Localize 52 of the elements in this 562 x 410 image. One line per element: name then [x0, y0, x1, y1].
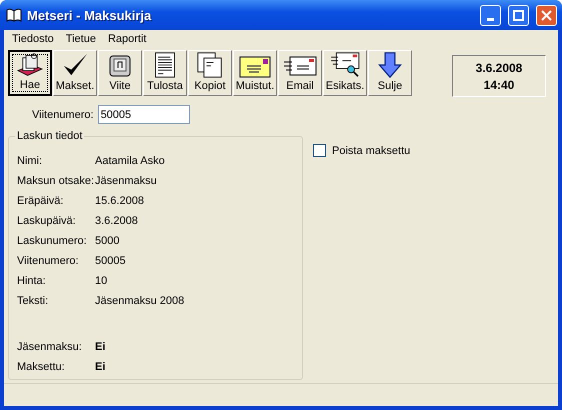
email-preview-icon — [328, 52, 362, 78]
toolbar-button[interactable]: Hae — [8, 50, 52, 96]
window-title: Metseri - Maksukirja — [27, 8, 152, 22]
date-text: 3.6.2008 — [476, 60, 522, 74]
field-label: Hinta: — [17, 275, 47, 287]
toolbar-button[interactable]: Tulosta — [143, 50, 187, 96]
field-label: Laskunumero: — [17, 235, 88, 247]
field-label: Eräpäivä: — [17, 195, 64, 207]
toolbar-button[interactable]: Esikats. — [323, 50, 367, 96]
field-label: Viitenumero: — [17, 255, 80, 267]
book-icon — [6, 8, 22, 22]
field-value: 10 — [95, 275, 108, 287]
field-label: Maksun otsake: — [17, 175, 95, 187]
field-value: 3.6.2008 — [95, 215, 138, 227]
field-value: Ei — [95, 361, 106, 373]
field-value: Jäsenmaksu 2008 — [95, 295, 184, 307]
email-icon — [283, 56, 317, 78]
toolbar-button[interactable]: Kopiot — [188, 50, 232, 96]
field-label: Laskupäivä: — [17, 215, 77, 227]
field-value: 50005 — [95, 255, 126, 267]
key-icon — [108, 54, 132, 78]
field-value: Aatamila Asko — [95, 155, 165, 167]
menu-item[interactable]: Raportit — [102, 33, 152, 45]
checkbox-label: Poista maksettu — [332, 144, 410, 156]
reference-number-field[interactable]: 50005 — [98, 105, 190, 124]
checkbox[interactable] — [313, 144, 326, 157]
field-label: Viitenumero: — [32, 108, 94, 120]
time-text: 14:40 — [484, 78, 514, 92]
minimize-icon — [487, 18, 494, 20]
close-icon — [541, 10, 552, 20]
group-title: Laskun tiedot — [15, 130, 84, 142]
document-icon — [153, 52, 177, 78]
toolbar-button[interactable]: Muistut. — [233, 50, 277, 96]
toolbar-button[interactable]: Sulje — [368, 50, 412, 96]
menu-item[interactable]: Tiedosto — [6, 33, 60, 45]
field-value: 5000 — [95, 235, 120, 247]
field-value: Ei — [95, 341, 106, 353]
minimize-button[interactable] — [480, 4, 501, 26]
field-value: Jäsenmaksu — [95, 175, 157, 187]
field-value: 15.6.2008 — [95, 195, 144, 207]
envelope-icon — [239, 56, 271, 78]
toolbar-button[interactable]: Viite — [98, 50, 142, 96]
maximize-icon — [513, 10, 524, 20]
toolbar-button[interactable]: Email — [278, 50, 322, 96]
maximize-button[interactable] — [508, 4, 529, 26]
field-label: Maksettu: — [17, 361, 66, 373]
field-label: Jäsenmaksu: — [17, 341, 83, 353]
field-label: Nimi: — [17, 155, 44, 167]
menu-item[interactable]: Tietue — [60, 33, 102, 45]
field-label: Teksti: — [17, 295, 50, 307]
close-button[interactable] — [536, 4, 557, 26]
toolbar-button[interactable]: Makset. — [53, 50, 97, 96]
